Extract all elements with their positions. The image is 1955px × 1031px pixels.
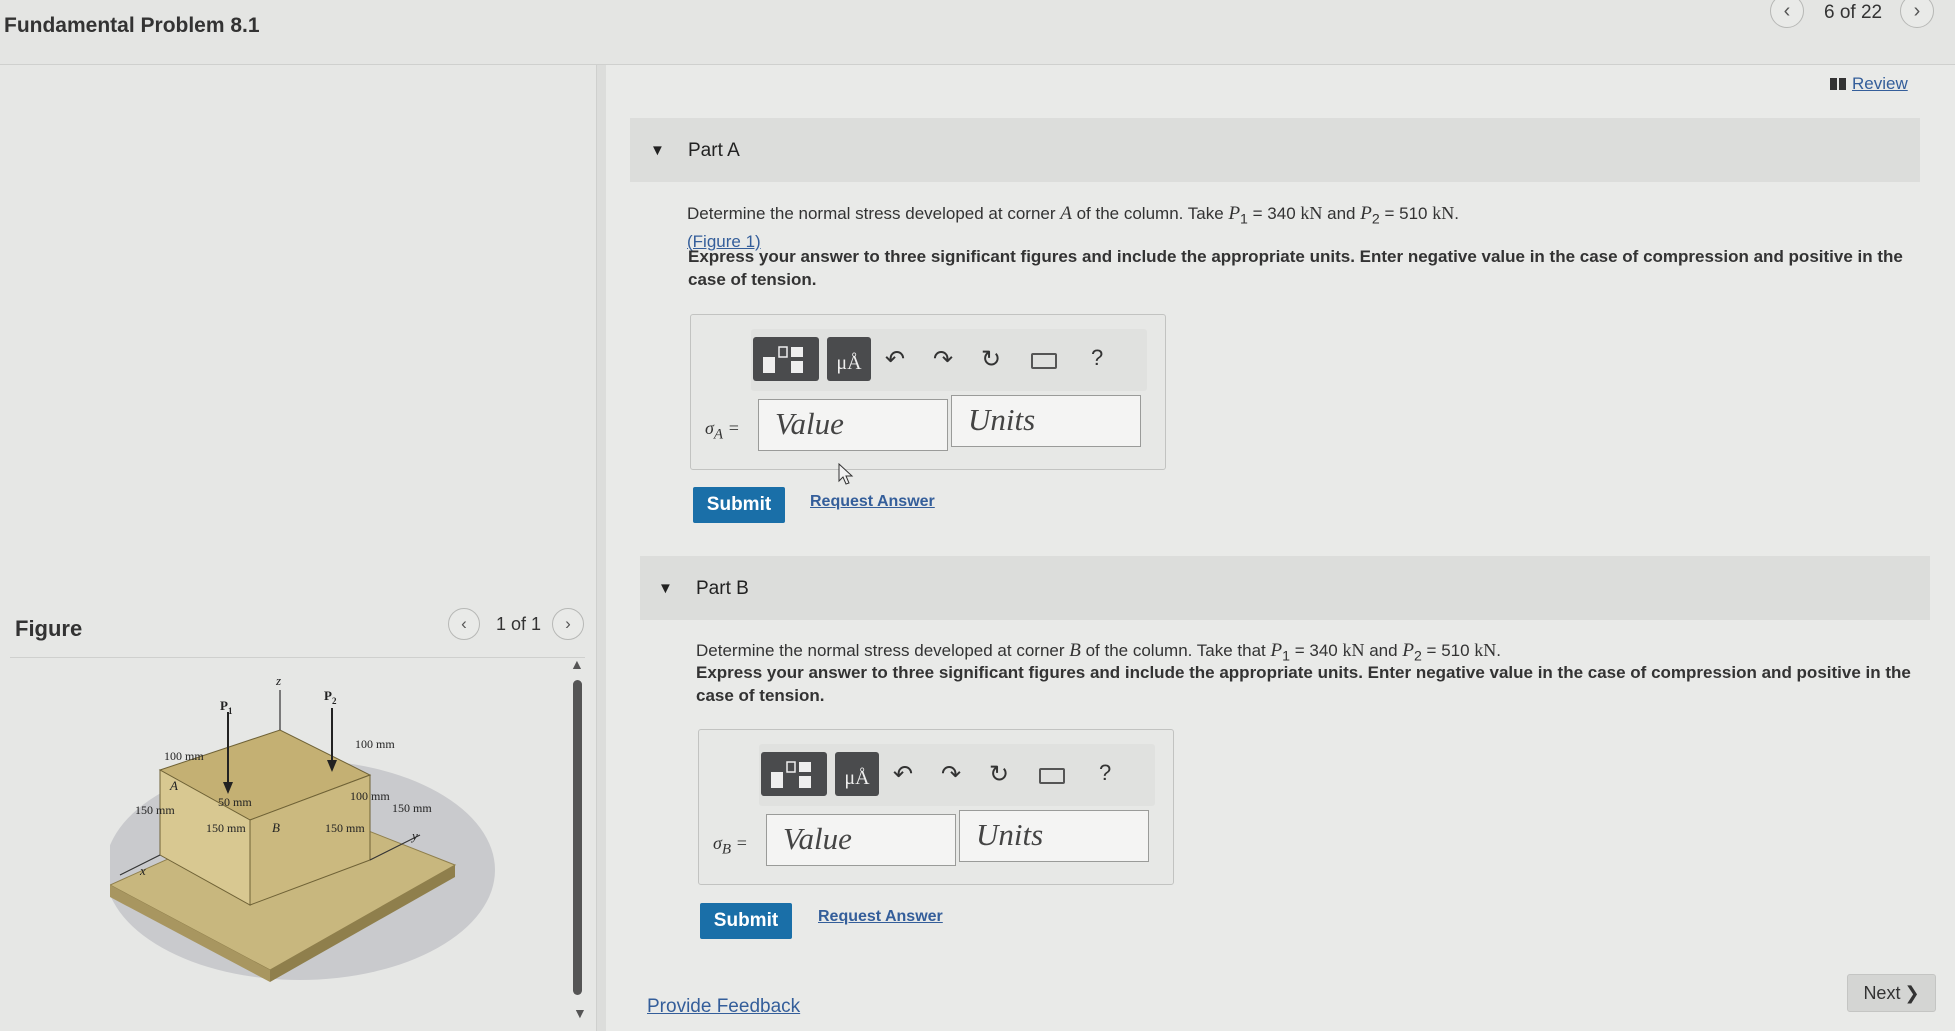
units-input[interactable]: Units — [951, 395, 1141, 447]
submit-button[interactable]: Submit — [693, 487, 785, 523]
caret-down-icon[interactable]: ▼ — [650, 142, 665, 159]
redo-icon[interactable]: ↷ — [933, 345, 953, 374]
templates-icon — [763, 346, 803, 373]
redo-icon[interactable]: ↷ — [941, 760, 961, 789]
part-a-answer-box: μÅ ↶ ↷ ↻ ? σA = Value Units — [690, 314, 1166, 470]
next-label: Next — [1863, 982, 1901, 1003]
templates-button[interactable] — [753, 337, 819, 381]
next-button[interactable]: Next ❯ — [1847, 974, 1936, 1012]
label-corner-a: A — [169, 778, 178, 793]
chevron-left-icon: ‹ — [1783, 0, 1791, 22]
chevron-right-icon: › — [565, 614, 571, 633]
figure-divider — [10, 657, 585, 658]
request-answer-link[interactable]: Request Answer — [810, 493, 935, 511]
templates-button[interactable] — [761, 752, 827, 796]
part-b-instructions: Express your answer to three significant… — [696, 663, 1911, 705]
review-link[interactable]: Review — [1830, 74, 1908, 94]
caret-down-icon[interactable]: ▼ — [658, 580, 673, 597]
help-icon[interactable]: ? — [1099, 760, 1111, 786]
dim-100-top-right: 100 mm — [355, 737, 395, 751]
scroll-up-arrow-icon[interactable]: ▲ — [570, 656, 584, 672]
units-button[interactable]: μÅ — [835, 752, 879, 796]
undo-icon[interactable]: ↶ — [885, 345, 905, 374]
part-b-answer-box: μÅ ↶ ↷ ↻ ? σB = Value Units — [698, 729, 1174, 885]
templates-icon — [771, 761, 811, 788]
chevron-right-icon: ❯ — [1904, 982, 1920, 1003]
part-a-title: Part A — [688, 140, 740, 161]
reset-icon[interactable]: ↻ — [989, 760, 1009, 789]
dim-100-top-left: 100 mm — [164, 749, 204, 763]
pane-divider[interactable] — [596, 65, 606, 1031]
page-title: Fundamental Problem 8.1 — [4, 14, 260, 37]
chevron-right-icon: › — [1913, 0, 1921, 22]
units-icon: μÅ — [836, 352, 862, 374]
chevron-left-icon: ‹ — [461, 614, 467, 633]
part-b-problem-text: Determine the normal stress developed at… — [696, 640, 1502, 665]
value-input[interactable]: Value — [758, 399, 948, 451]
book-icon — [1830, 78, 1846, 90]
dim-150-bottom-left: 150 mm — [206, 821, 246, 835]
units-input[interactable]: Units — [959, 810, 1149, 862]
label-y: y — [410, 828, 418, 843]
label-x: x — [139, 863, 146, 878]
label-z: z — [275, 673, 281, 688]
sigma-a-label: σA = — [705, 418, 740, 443]
previous-problem-button[interactable]: ‹ — [1770, 0, 1804, 28]
problem-counter: 6 of 22 — [1824, 2, 1883, 23]
mouse-cursor-icon — [838, 463, 854, 485]
part-b-header[interactable] — [640, 556, 1930, 620]
part-a-problem-text: Determine the normal stress developed at… — [687, 203, 1459, 228]
column-figure: P1 P2 z x y A B 100 mm 100 mm 150 mm 50 … — [110, 673, 495, 982]
keyboard-icon[interactable] — [1031, 353, 1057, 369]
dim-50: 50 mm — [218, 795, 252, 809]
next-problem-button[interactable]: › — [1900, 0, 1934, 28]
units-icon: μÅ — [844, 767, 870, 789]
keyboard-icon[interactable] — [1039, 768, 1065, 784]
figure-scrollbar[interactable] — [573, 680, 582, 995]
help-icon[interactable]: ? — [1091, 345, 1103, 371]
label-p1: P1 — [220, 698, 233, 716]
dim-100-mid: 100 mm — [350, 789, 390, 803]
part-a-header[interactable] — [630, 118, 1920, 182]
dim-150-right: 150 mm — [392, 801, 432, 815]
reset-icon[interactable]: ↻ — [981, 345, 1001, 374]
figure-next-button[interactable]: › — [552, 608, 584, 640]
part-a-instructions: Express your answer to three significant… — [688, 247, 1903, 289]
value-input[interactable]: Value — [766, 814, 956, 866]
figure-heading: Figure — [15, 616, 83, 641]
submit-button[interactable]: Submit — [700, 903, 792, 939]
dim-150-bottom-right: 150 mm — [325, 821, 365, 835]
figure-previous-button[interactable]: ‹ — [448, 608, 480, 640]
review-label: Review — [1852, 74, 1908, 93]
math-toolbar: μÅ ↶ ↷ ↻ ? — [759, 744, 1155, 806]
figure-counter: 1 of 1 — [496, 614, 542, 634]
sigma-b-label: σB = — [713, 833, 748, 858]
part-b-title: Part B — [696, 578, 749, 599]
label-corner-b: B — [272, 820, 280, 835]
label-p2: P2 — [324, 688, 337, 706]
request-answer-link[interactable]: Request Answer — [818, 908, 943, 926]
scroll-down-arrow-icon[interactable]: ▼ — [573, 1005, 587, 1021]
units-button[interactable]: μÅ — [827, 337, 871, 381]
provide-feedback-link[interactable]: Provide Feedback — [647, 996, 800, 1018]
undo-icon[interactable]: ↶ — [893, 760, 913, 789]
dim-150-left: 150 mm — [135, 803, 175, 817]
math-toolbar: μÅ ↶ ↷ ↻ ? — [751, 329, 1147, 391]
